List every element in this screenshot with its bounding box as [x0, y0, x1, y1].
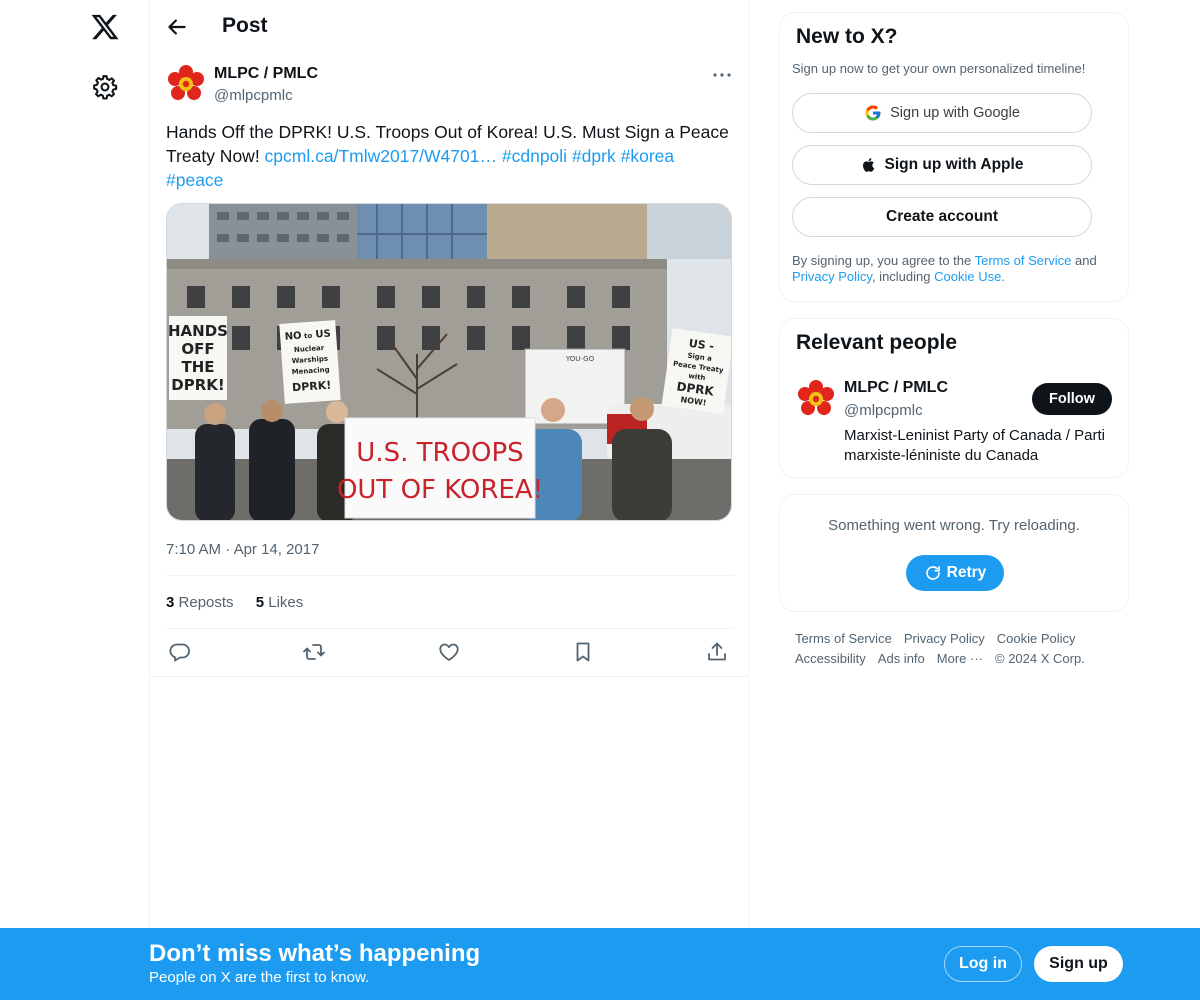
tweet-link[interactable]: cpcml.ca/Tmlw2017/W4701… [265, 146, 497, 166]
hashtag-dprk[interactable]: #dprk [572, 146, 616, 166]
tweet-timestamp: 7:10 AM · Apr 14, 2017 [166, 541, 319, 558]
hashtag-peace[interactable]: #peace [166, 170, 223, 190]
hashtag-korea[interactable]: #korea [621, 146, 675, 166]
error-message: Something went wrong. Try reloading. [828, 517, 1080, 534]
sign2-no: NO [284, 331, 302, 343]
sign1-line4: DPRK! [171, 376, 224, 394]
relevant-avatar[interactable] [796, 379, 836, 419]
post-header: Post [150, 0, 748, 54]
signup-banner: Don’t miss what’s happening People on X … [0, 928, 1200, 1000]
reposts-count: 3 [166, 594, 175, 611]
engagement-stats: 3 Reposts 5 Likes [166, 594, 321, 611]
signup-button[interactable]: Sign up [1034, 946, 1123, 982]
settings-gear-icon[interactable] [92, 74, 118, 100]
divider [150, 676, 748, 677]
tweet-date[interactable]: Apr 14, 2017 [234, 541, 320, 558]
sign2-us: US [315, 328, 331, 340]
footer-links: Terms of Service Privacy Policy Cookie Pol… [795, 629, 1125, 669]
refresh-icon [925, 566, 940, 580]
tweet-photo[interactable]: YOU-GO HANDS OFF THE DPRK! NO to US Nucl… [166, 203, 732, 521]
reply-icon[interactable] [168, 640, 194, 666]
page-title: Post [222, 14, 268, 37]
share-icon[interactable] [705, 640, 731, 666]
bookmark-icon[interactable] [571, 640, 597, 666]
tweet-text: Hands Off the DPRK! U.S. Troops Out of K… [166, 120, 734, 192]
legal-and: and [1071, 253, 1097, 268]
login-button[interactable]: Log in [944, 946, 1022, 982]
signup-apple-label: Sign up with Apple [884, 156, 1024, 173]
google-icon [865, 105, 881, 121]
left-nav [0, 0, 150, 1000]
tweet-time[interactable]: 7:10 AM [166, 541, 221, 558]
sign2-to: to [304, 332, 313, 341]
hashtag-cdnpoli[interactable]: #cdnpoli [502, 146, 567, 166]
author-avatar[interactable] [166, 64, 206, 104]
more-options-icon[interactable] [710, 62, 734, 86]
retry-label: Retry [946, 564, 987, 581]
footer-more-link[interactable]: More ··· [937, 651, 983, 666]
signup-card-title: New to X? [796, 25, 898, 48]
repost-icon[interactable] [302, 640, 328, 666]
likes-label: Likes [268, 594, 304, 611]
sign1-line1: HANDS [168, 322, 228, 340]
error-card: Something went wrong. Try reloading. Ret… [779, 494, 1129, 612]
footer-ads-link[interactable]: Ads info [878, 651, 925, 666]
create-account-label: Create account [886, 208, 998, 225]
footer-privacy-link[interactable]: Privacy Policy [904, 631, 985, 646]
banner-subtitle: People on X are the first to know. [149, 969, 370, 986]
legal-prefix: By signing up, you agree to the [792, 253, 975, 268]
sign1-line2: OFF [181, 340, 214, 358]
reposts-label: Reposts [178, 594, 234, 611]
footer-cookie-link[interactable]: Cookie Policy [997, 631, 1076, 646]
retry-button[interactable]: Retry [906, 555, 1004, 591]
privacy-link[interactable]: Privacy Policy [792, 269, 872, 284]
banner-title: Don’t miss what’s happening [149, 940, 481, 967]
author-handle[interactable]: @mlpcpmlc [214, 87, 293, 104]
signup-card: New to X? Sign up now to get your own pe… [779, 12, 1129, 302]
like-heart-icon[interactable] [437, 640, 463, 666]
follow-button[interactable]: Follow [1032, 383, 1112, 415]
truck-label: YOU-GO [565, 355, 595, 363]
apple-icon [862, 158, 874, 172]
main-column: Post MLPC / PMLC @mlpcpmlc Hands Off the… [149, 0, 749, 1000]
tweet-actions [166, 640, 734, 666]
sign2-dprk: DPRK! [292, 379, 332, 395]
back-arrow-icon[interactable] [164, 14, 190, 40]
signup-legal-text: By signing up, you agree to the Terms of… [792, 253, 1122, 285]
x-logo-icon[interactable] [90, 12, 120, 42]
banner-line1: U.S. TROOPS [356, 438, 523, 468]
author-name[interactable]: MLPC / PMLC [214, 65, 318, 83]
relevant-people-card: Relevant people MLPC / PMLC @mlpcpmlc Fo… [779, 318, 1129, 478]
signup-card-subtitle: Sign up now to get your own personalized… [792, 61, 1086, 76]
signup-google-button[interactable]: Sign up with Google [792, 93, 1092, 133]
reposts-stat[interactable]: 3 Reposts [166, 594, 234, 611]
divider [166, 628, 734, 629]
likes-count: 5 [255, 594, 265, 611]
relevant-people-title: Relevant people [796, 331, 958, 354]
banner-line2: OUT OF KOREA! [337, 475, 543, 505]
divider [166, 575, 734, 576]
relevant-name[interactable]: MLPC / PMLC [844, 379, 948, 397]
timestamp-dot: · [225, 541, 231, 558]
create-account-button[interactable]: Create account [792, 197, 1092, 237]
footer-accessibility-link[interactable]: Accessibility [795, 651, 866, 666]
legal-including: , including [871, 269, 935, 284]
relevant-handle[interactable]: @mlpcpmlc [844, 402, 923, 419]
signup-apple-button[interactable]: Sign up with Apple [792, 145, 1092, 185]
likes-stat[interactable]: 5 Likes [256, 594, 304, 611]
footer-terms-link[interactable]: Terms of Service [795, 631, 892, 646]
relevant-bio: Marxist-Leninist Party of Canada / Parti… [844, 427, 1105, 464]
footer-copyright: © 2024 X Corp. [995, 651, 1085, 666]
signup-google-label: Sign up with Google [890, 105, 1020, 121]
terms-link[interactable]: Terms of Service [975, 253, 1072, 268]
sign1-line3: THE [181, 358, 214, 376]
cookie-link[interactable]: Cookie Use. [934, 269, 1005, 284]
